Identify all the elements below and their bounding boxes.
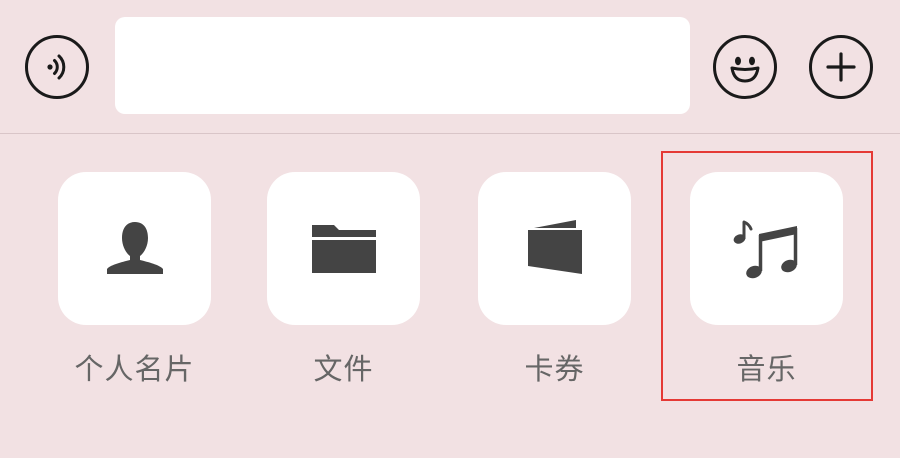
plus-icon bbox=[826, 52, 856, 82]
music-label: 音乐 bbox=[736, 352, 797, 386]
music-notes-icon bbox=[733, 220, 797, 278]
contact-card-tile[interactable] bbox=[58, 172, 211, 325]
coupon-label: 卡券 bbox=[524, 352, 585, 386]
music-tile[interactable] bbox=[690, 172, 843, 325]
folder-icon bbox=[311, 224, 376, 273]
chat-input-bar bbox=[0, 0, 900, 134]
voice-wave-icon bbox=[47, 54, 66, 80]
voice-toggle-button[interactable] bbox=[25, 35, 89, 99]
file-label: 文件 bbox=[313, 352, 374, 386]
panel-item-coupon[interactable]: 卡券 bbox=[468, 172, 638, 422]
smiley-face-icon bbox=[730, 56, 760, 83]
more-actions-button[interactable] bbox=[809, 35, 873, 99]
file-tile[interactable] bbox=[267, 172, 420, 325]
panel-item-music[interactable]: 音乐 bbox=[680, 172, 850, 422]
coupon-tile[interactable] bbox=[478, 172, 631, 325]
emoji-button[interactable] bbox=[713, 35, 777, 99]
panel-item-contact-card[interactable]: 个人名片 bbox=[48, 172, 218, 422]
person-icon bbox=[106, 221, 163, 274]
message-input[interactable] bbox=[115, 17, 690, 114]
contact-card-label: 个人名片 bbox=[74, 352, 195, 386]
wallet-card-icon bbox=[527, 219, 582, 274]
panel-item-file[interactable]: 文件 bbox=[257, 172, 427, 422]
